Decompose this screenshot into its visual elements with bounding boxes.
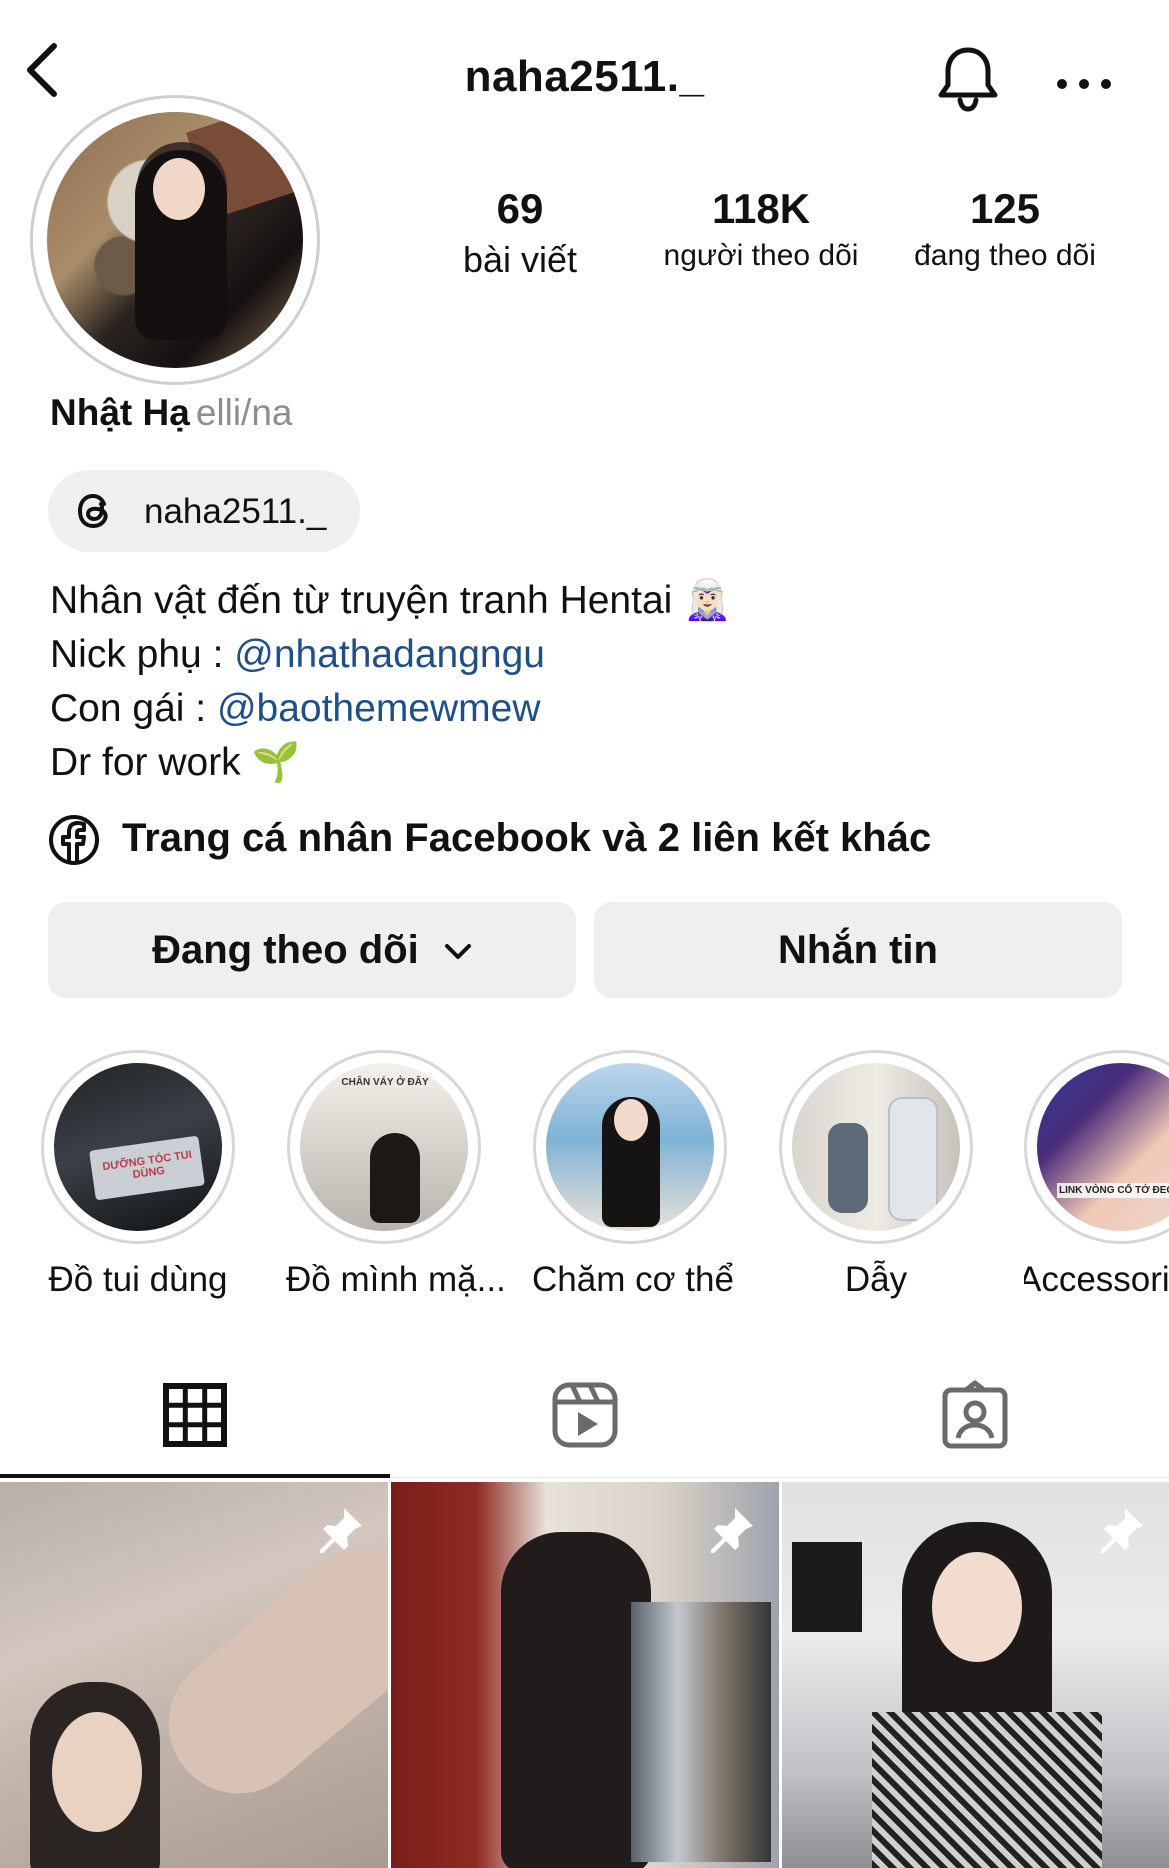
bio-line-1: Nhân vật đến từ truyện tranh Hentai 🧝🏻‍♀…: [50, 579, 732, 622]
profile-display-name: Nhật Hạ: [50, 392, 190, 433]
stat-posts[interactable]: 69 bài viết: [430, 185, 610, 281]
stat-following-label: đang theo dõi: [914, 239, 1096, 272]
facebook-icon: [49, 815, 99, 865]
external-links-text: Trang cá nhân Facebook và 2 liên kết khá…: [122, 816, 932, 860]
stat-posts-value: 69: [496, 185, 544, 232]
pin-icon: [320, 1508, 362, 1553]
reels-tab-icon[interactable]: [550, 1380, 620, 1450]
grid-post[interactable]: [0, 1482, 388, 1868]
mention-link-nhathadangngu[interactable]: @nhathadangngu: [234, 633, 545, 676]
bio-line-3: Con gái : @baothemewmew: [50, 682, 541, 736]
following-button-label: Đang theo dõi: [152, 928, 419, 972]
highlight-label: Đồ tui dùng: [48, 1260, 228, 1299]
profile-name-row: Nhật Hạ elli/na: [50, 392, 293, 434]
profile-avatar[interactable]: [30, 95, 320, 385]
highlight-item[interactable]: Dẫy: [778, 1050, 974, 1300]
stat-following-value: 125: [969, 185, 1041, 232]
threads-badge[interactable]: naha2511._: [48, 470, 360, 552]
highlight-label: Chăm cơ thể: [532, 1260, 734, 1299]
stat-following[interactable]: 125 đang theo dõi: [890, 185, 1120, 273]
grid-tab-icon[interactable]: [160, 1380, 230, 1450]
stat-posts-label: bài viết: [462, 239, 578, 280]
bell-icon[interactable]: [936, 44, 1000, 116]
tagged-tab-icon[interactable]: [940, 1380, 1010, 1450]
bio-line-4: Dr for work 🌱: [50, 741, 301, 784]
stat-followers[interactable]: 118K người theo dõi: [646, 185, 876, 273]
profile-pronouns: elli/na: [195, 392, 293, 433]
highlight-label: Accessori: [1024, 1260, 1169, 1299]
mention-link-baothemewmew[interactable]: @baothemewmew: [217, 687, 541, 730]
highlight-item[interactable]: CHÂN VÁY Ở ĐÂY Đồ mình mặ...: [286, 1050, 506, 1300]
bio-line-3-prefix: Con gái :: [50, 687, 217, 730]
highlight-label: Đồ mình mặ...: [286, 1260, 506, 1299]
avatar-photo: [47, 112, 303, 368]
highlight-item[interactable]: DƯỠNG TÓC TUI DÙNG Đồ tui dùng: [40, 1050, 236, 1300]
pin-icon: [711, 1508, 753, 1553]
stat-followers-value: 118K: [711, 185, 811, 232]
bio-line-2-prefix: Nick phụ :: [50, 633, 235, 676]
grid-post[interactable]: [782, 1482, 1169, 1868]
threads-icon: [77, 493, 108, 529]
highlight-label: Dẫy: [844, 1260, 908, 1299]
highlight-item[interactable]: LINK VÒNG CỔ TỚ ĐEO Accessori: [1024, 1050, 1169, 1300]
highlight-overlay-text: LINK VÒNG CỔ TỚ ĐEO: [1057, 1183, 1169, 1198]
external-links-row[interactable]: Trang cá nhân Facebook và 2 liên kết khá…: [48, 808, 1008, 868]
bio-line-2: Nick phụ : @nhathadangngu: [50, 628, 545, 682]
more-options-icon[interactable]: [1052, 74, 1116, 94]
threads-handle: naha2511._: [144, 492, 327, 531]
grid-post[interactable]: [391, 1482, 779, 1868]
message-button[interactable]: Nhắn tin: [594, 902, 1122, 998]
chevron-down-icon: [444, 944, 471, 960]
stat-followers-label: người theo dõi: [663, 239, 859, 272]
pin-icon: [1101, 1508, 1143, 1553]
active-tab-indicator: [0, 1474, 390, 1478]
highlight-overlay-text: CHÂN VÁY Ở ĐÂY: [341, 1077, 429, 1088]
following-button[interactable]: Đang theo dõi: [48, 902, 576, 998]
highlight-item[interactable]: Chăm cơ thể: [532, 1050, 734, 1300]
